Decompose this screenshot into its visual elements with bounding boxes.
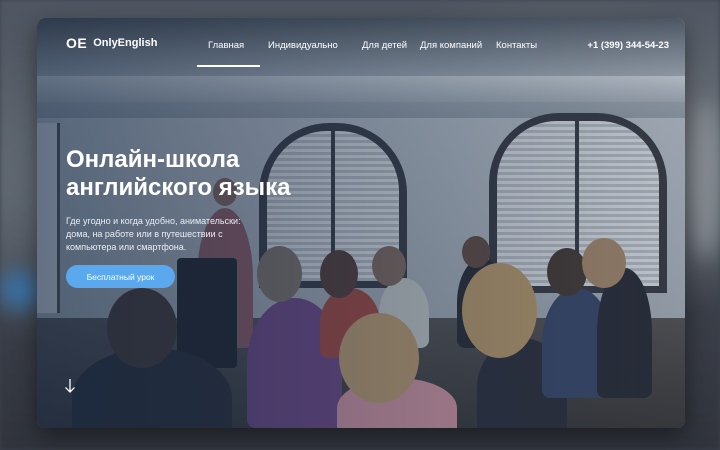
hero-description: Где угодно и когда удобно, анимательски:… [66,215,266,254]
nav-item-kids[interactable]: Для детей [362,40,407,51]
hero-title: Онлайн-школа английского языка [66,146,366,202]
hero-description-line: дома, на работе или в путешествии с [66,229,223,239]
nav-item-contacts[interactable]: Контакты [496,40,537,51]
hero-title-line: Онлайн-школа [66,146,240,173]
nav-item-companies[interactable]: Для компаний [420,40,482,51]
logo[interactable]: OE OnlyEnglish [66,35,157,51]
hero-description-line: компьютера или смартфона. [66,242,187,252]
hero-description-line: Где угодно и когда удобно, анимательски: [66,216,241,226]
logo-text: OnlyEnglish [93,37,158,49]
arrow-down-icon[interactable] [64,378,76,394]
logo-mark: OE [66,35,88,51]
hero-title-line: английского языка [66,174,291,201]
phone-number[interactable]: +1 (399) 344-54-23 [587,40,669,51]
nav-item-home[interactable]: Главная [208,40,244,51]
nav-item-individual[interactable]: Индивидуально [268,40,338,51]
active-nav-indicator [197,65,260,67]
free-lesson-button[interactable]: Бесплатный урок [66,265,175,288]
hero-card: OE OnlyEnglish Главная Индивидуально Для… [37,18,685,428]
